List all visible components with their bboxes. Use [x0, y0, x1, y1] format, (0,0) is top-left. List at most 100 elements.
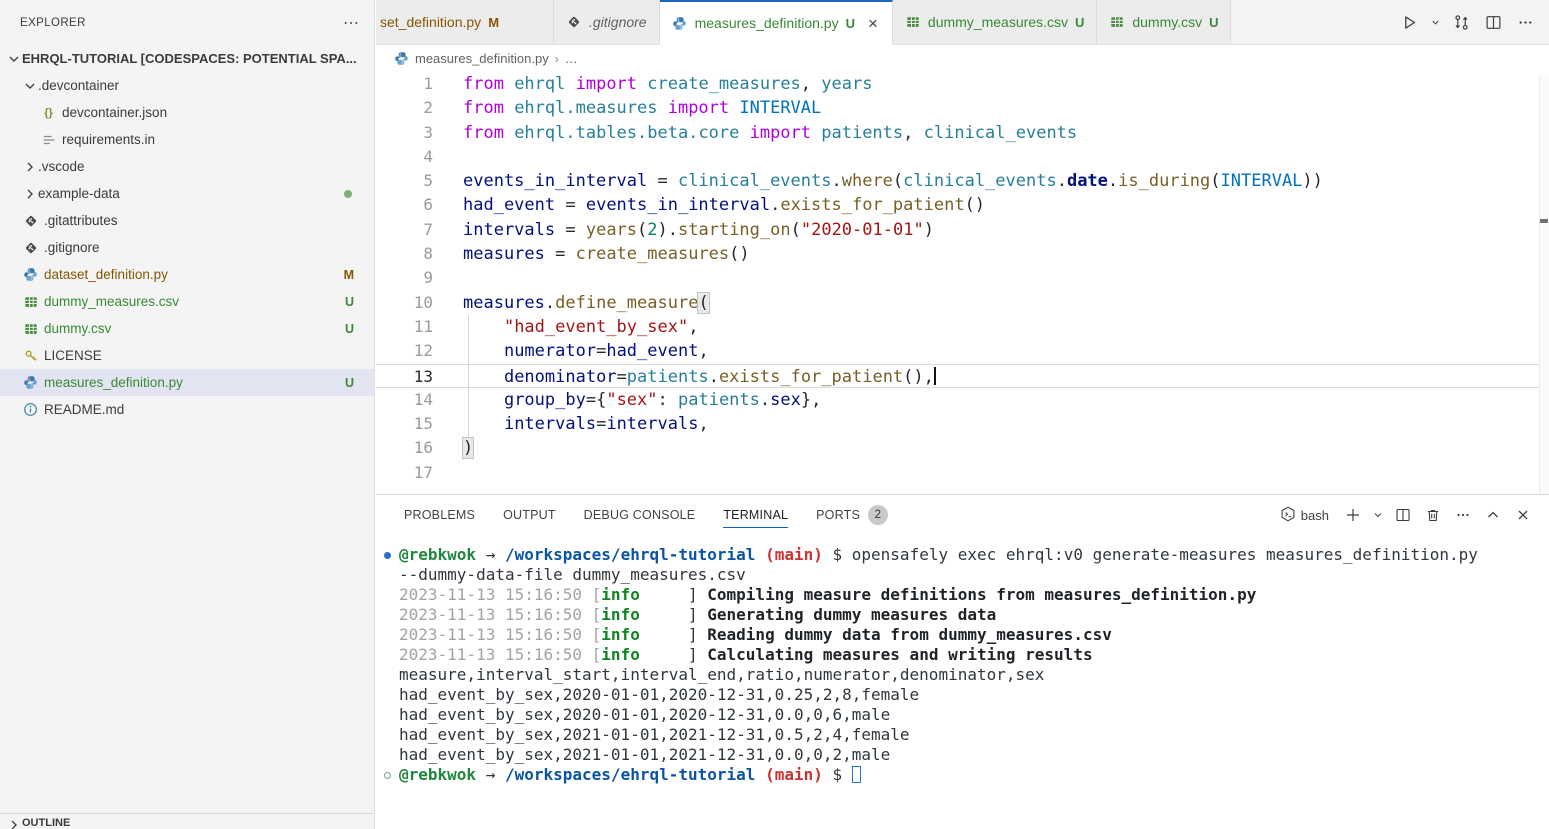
root-folder-label: EHRQL-TUTORIAL [CODESPACES: POTENTIAL SP…: [22, 51, 357, 66]
file-label: dataset_definition.py: [44, 267, 168, 282]
more-actions-icon[interactable]: [1511, 8, 1539, 36]
git-status-badge: U: [1209, 15, 1218, 30]
line-number: 14: [376, 388, 433, 412]
sidebar-item-gitignore[interactable]: .gitignore: [0, 234, 374, 261]
git-icon: [566, 14, 582, 30]
close-panel-icon[interactable]: [1509, 501, 1537, 529]
terminal[interactable]: @rebkwok → /workspaces/ehrql-tutorial (m…: [376, 535, 1549, 829]
line-number: 12: [376, 339, 433, 363]
close-tab-icon[interactable]: ×: [866, 15, 880, 32]
code-line: 6had_event = events_in_interval.exists_f…: [376, 193, 1549, 217]
sidebar-item-dummy-csv[interactable]: dummy.csvU: [0, 315, 374, 342]
shell-label: bash: [1301, 508, 1329, 523]
command-decoration-open-icon: [384, 772, 391, 779]
tab-set-definition-py[interactable]: set_definition.pyM: [376, 0, 554, 44]
chevron-down-icon: [6, 51, 22, 67]
sidebar-item-measures-definition-py[interactable]: measures_definition.pyU: [0, 369, 374, 396]
code-text: measures = create_measures(): [463, 242, 750, 266]
tab-dummy-measures-csv[interactable]: dummy_measures.csvU: [893, 0, 1097, 44]
file-label: .vscode: [38, 159, 85, 174]
compare-changes-icon[interactable]: [1447, 8, 1475, 36]
code-line: 1from ehrql import create_measures, year…: [376, 72, 1549, 96]
csv-icon: [905, 14, 921, 30]
sidebar-item-readme-md[interactable]: README.md: [0, 396, 374, 423]
maximize-panel-icon[interactable]: [1479, 501, 1507, 529]
panel-tab-terminal[interactable]: TERMINAL: [723, 495, 788, 535]
breadcrumb-symbol[interactable]: …: [565, 51, 578, 66]
vscode-window: { "explorer": { "title": "EXPLORER", "mo…: [0, 0, 1549, 829]
code-text: from ehrql.measures import INTERVAL: [463, 96, 821, 120]
tab-label: measures_definition.py: [695, 15, 839, 31]
panel-tab-label: TERMINAL: [723, 508, 788, 522]
sidebar-item-devcontainer[interactable]: .devcontainer: [0, 72, 374, 99]
git-status-badge: U: [337, 295, 360, 309]
file-label: .devcontainer: [38, 78, 119, 93]
panel-tab-label: PORTS: [816, 508, 860, 522]
file-label: example-data: [38, 186, 120, 201]
line-number: 15: [376, 412, 433, 436]
run-icon[interactable]: [1395, 8, 1423, 36]
line-number: 8: [376, 242, 433, 266]
file-label: devcontainer.json: [62, 105, 167, 120]
line-number: 16: [376, 436, 433, 460]
code-text: events_in_interval = clinical_events.whe…: [463, 169, 1323, 193]
code-text: intervals = years(2).starting_on("2020-0…: [463, 218, 934, 242]
sidebar-item-example-data[interactable]: example-data: [0, 180, 374, 207]
breadcrumb[interactable]: measures_definition.py › …: [376, 45, 1549, 72]
editor-actions: [1395, 0, 1549, 44]
panel-tab-label: OUTPUT: [503, 508, 556, 522]
panel-tab-output[interactable]: OUTPUT: [503, 495, 556, 535]
tab-dummy-csv[interactable]: dummy.csvU: [1097, 0, 1231, 44]
chevron-right-icon: [22, 159, 38, 175]
code-line: 15 intervals=intervals,: [376, 412, 1549, 436]
split-terminal-icon[interactable]: [1389, 501, 1417, 529]
chevron-down-icon: [22, 78, 38, 94]
code-editor[interactable]: 1from ehrql import create_measures, year…: [376, 72, 1549, 494]
sidebar-item-requirements-in[interactable]: requirements.in: [0, 126, 374, 153]
new-terminal-icon[interactable]: [1339, 501, 1367, 529]
panel-tab-debug-console[interactable]: DEBUG CONSOLE: [584, 495, 696, 535]
tab-label: set_definition.py: [380, 14, 481, 30]
terminal-line: 2023-11-13 15:16:50 [info ] Reading dumm…: [381, 625, 1549, 645]
file-label: requirements.in: [62, 132, 155, 147]
panel-tab-problems[interactable]: PROBLEMS: [404, 495, 475, 535]
run-dropdown-icon[interactable]: [1427, 8, 1443, 36]
terminal-line: @rebkwok → /workspaces/ehrql-tutorial (m…: [381, 545, 1549, 565]
terminal-dropdown-icon[interactable]: [1369, 501, 1387, 529]
terminal-line: --dummy-data-file dummy_measures.csv: [381, 565, 1549, 585]
sidebar-item-vscode[interactable]: .vscode: [0, 153, 374, 180]
code-line: 3from ehrql.tables.beta.core import pati…: [376, 121, 1549, 145]
code-line: 7intervals = years(2).starting_on("2020-…: [376, 218, 1549, 242]
line-number: 2: [376, 96, 433, 120]
sidebar-item-dataset-definition-py[interactable]: dataset_definition.pyM: [0, 261, 374, 288]
sidebar-item-license[interactable]: LICENSE: [0, 342, 374, 369]
line-number: 5: [376, 169, 433, 193]
list-icon: [40, 132, 57, 148]
tab-gitignore[interactable]: .gitignore: [554, 0, 660, 44]
terminal-line: had_event_by_sex,2020-01-01,2020-12-31,0…: [381, 705, 1549, 725]
chevron-right-icon: [22, 186, 38, 202]
sidebar-item-gitattributes[interactable]: .gitattributes: [0, 207, 374, 234]
code-line: 8 measures = create_measures(): [376, 242, 1549, 266]
python-icon: [22, 267, 39, 283]
indent-guide: [468, 315, 469, 437]
panel-tab-ports[interactable]: PORTS 2: [816, 495, 888, 535]
command-decoration-filled-icon: [384, 552, 391, 559]
split-editor-icon[interactable]: [1479, 8, 1507, 36]
views-and-more-actions-icon[interactable]: ⋯: [343, 13, 360, 33]
ports-count-badge: 2: [868, 505, 888, 525]
more-actions-icon[interactable]: [1449, 501, 1477, 529]
terminal-shell-selector[interactable]: bash: [1280, 506, 1329, 525]
kill-terminal-icon[interactable]: [1419, 501, 1447, 529]
terminal-line: measure,interval_start,interval_end,rati…: [381, 665, 1549, 685]
sidebar-item-root-folder[interactable]: EHRQL-TUTORIAL [CODESPACES: POTENTIAL SP…: [0, 45, 374, 72]
git-status-badge: U: [337, 376, 360, 390]
sidebar-item-dummy-measures-csv[interactable]: dummy_measures.csvU: [0, 288, 374, 315]
bash-icon: [1280, 506, 1296, 525]
outline-section-header[interactable]: OUTLINE: [0, 813, 374, 829]
line-number: 13: [376, 365, 433, 387]
sidebar-item-devcontainer-json[interactable]: {}devcontainer.json: [0, 99, 374, 126]
tab-measures-definition-py[interactable]: measures_definition.pyU×: [660, 0, 893, 44]
breadcrumb-file[interactable]: measures_definition.py: [415, 51, 549, 66]
panel-tab-label: PROBLEMS: [404, 508, 475, 522]
